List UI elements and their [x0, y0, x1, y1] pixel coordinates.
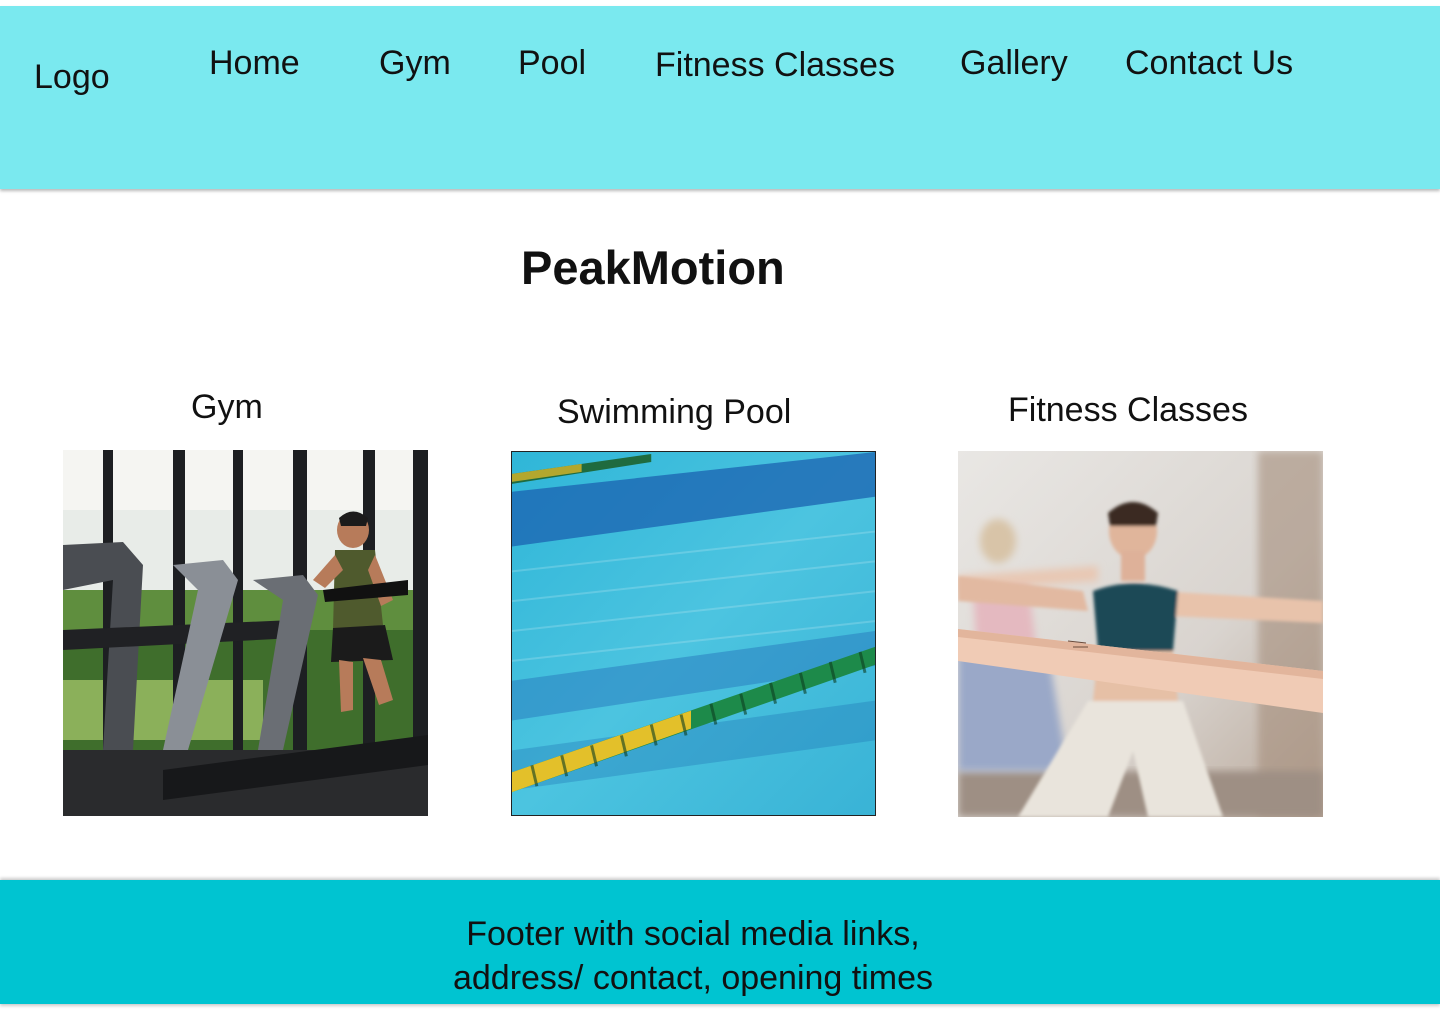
gym-treadmill-photo-icon	[63, 450, 428, 816]
gym-photo[interactable]	[63, 450, 428, 816]
nav-link-fitness-classes[interactable]: Fitness Classes	[655, 46, 895, 85]
logo[interactable]: Logo	[34, 58, 110, 97]
section-title-swimming-pool: Swimming Pool	[557, 393, 792, 431]
footer-line-1: Footer with social media links,	[466, 915, 920, 953]
section-title-fitness-classes: Fitness Classes	[1008, 391, 1248, 429]
footer-line-2: address/ contact, opening times	[452, 959, 934, 997]
nav-link-gym[interactable]: Gym	[379, 44, 451, 83]
nav-link-gallery[interactable]: Gallery	[960, 44, 1068, 83]
fitness-classes-photo[interactable]	[958, 451, 1323, 817]
nav-link-contact-us[interactable]: Contact Us	[1125, 44, 1293, 83]
swimming-pool-photo[interactable]	[511, 451, 876, 816]
nav-link-pool[interactable]: Pool	[518, 44, 586, 83]
swimming-pool-photo-icon	[512, 452, 875, 815]
footer: Footer with social media links, address/…	[0, 880, 1440, 1004]
nav-link-home[interactable]: Home	[209, 44, 300, 83]
footer-text: Footer with social media links, address/…	[0, 912, 1386, 1000]
yoga-class-photo-icon	[958, 451, 1323, 817]
page-title: PeakMotion	[521, 241, 785, 294]
header-bar: Logo Home Gym Pool Fitness Classes Galle…	[0, 6, 1440, 189]
section-title-gym: Gym	[191, 388, 263, 426]
page: Logo Home Gym Pool Fitness Classes Galle…	[0, 0, 1440, 1024]
